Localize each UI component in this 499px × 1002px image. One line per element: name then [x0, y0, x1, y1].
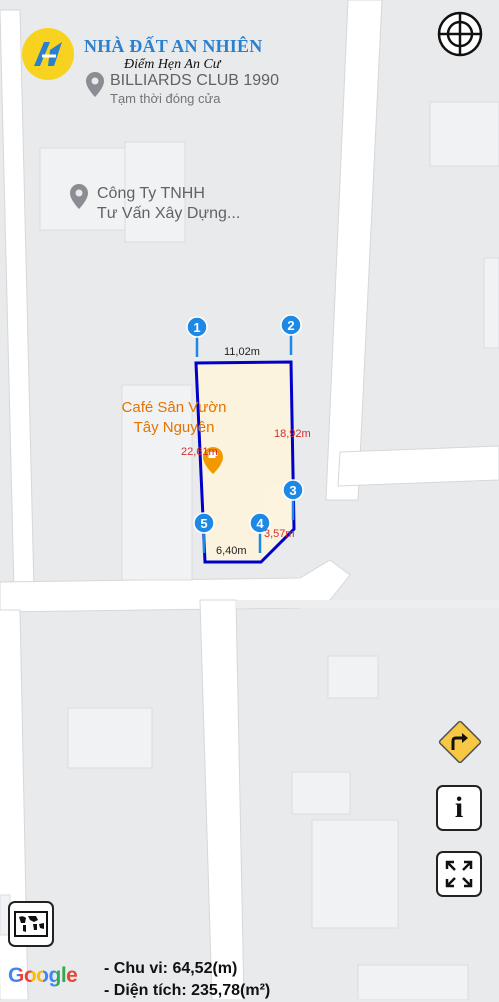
poi-name-line1: Café Sân Vườn [121, 399, 227, 416]
dimension-label-3-4: 3,57m [264, 528, 295, 540]
info-icon: i [454, 791, 464, 824]
poi-company[interactable]: Công Ty TNHH Tư Vấn Xây Dựng... [97, 184, 240, 224]
dimension-label-1-2: 11,02m [224, 346, 260, 358]
vertex-marker-label: 5 [200, 516, 207, 531]
vertex-marker-label: 3 [289, 483, 296, 498]
vertex-marker-label: 2 [287, 318, 294, 333]
poi-status: Tạm thời đóng cửa [110, 91, 221, 106]
perimeter-text: - Chu vi: 64,52(m) [104, 960, 238, 977]
expand-icon [445, 860, 473, 888]
dimension-label-2-3: 18,92m [274, 428, 311, 440]
area-summary: - Chu vi: 64,52(m) - Diện tích: 235,78(m… [104, 958, 270, 1002]
directions-button[interactable] [435, 717, 485, 767]
locate-button[interactable] [436, 10, 484, 58]
area-text: - Diện tích: 235,78(m²) [104, 982, 271, 999]
poi-name: BILLIARDS CLUB 1990 [110, 72, 279, 89]
google-logo: Google [8, 964, 78, 988]
logo-emblem-icon [22, 28, 74, 80]
dimension-label-5-1: 22,61m [181, 446, 218, 458]
vertex-marker-label: 1 [193, 320, 200, 335]
poi-cafe[interactable]: Café Sân Vườn Tây Nguyên [104, 398, 244, 438]
poi-name-line2: Tây Nguyên [133, 419, 215, 436]
google-wordmark: Google [8, 964, 78, 987]
map-type-button[interactable] [8, 901, 54, 947]
poi-billiards[interactable]: BILLIARDS CLUB 1990 Tạm thời đóng cửa [110, 72, 279, 108]
map-canvas[interactable]: 1 2 3 4 5 [0, 0, 499, 1000]
world-map-icon [14, 911, 48, 937]
turn-right-icon [438, 720, 482, 764]
brand-subtitle: Điểm Hẹn An Cư [124, 57, 221, 72]
poi-name-line1: Công Ty TNHH [97, 185, 205, 202]
poi-name-line2: Tư Vấn Xây Dựng... [97, 205, 241, 222]
brand-title: NHÀ ĐẤT AN NHIÊN [84, 36, 263, 56]
fullscreen-button[interactable] [436, 851, 482, 897]
info-button[interactable]: i [436, 785, 482, 831]
crosshair-icon [437, 11, 483, 57]
dimension-label-4-5: 6,40m [216, 545, 247, 557]
